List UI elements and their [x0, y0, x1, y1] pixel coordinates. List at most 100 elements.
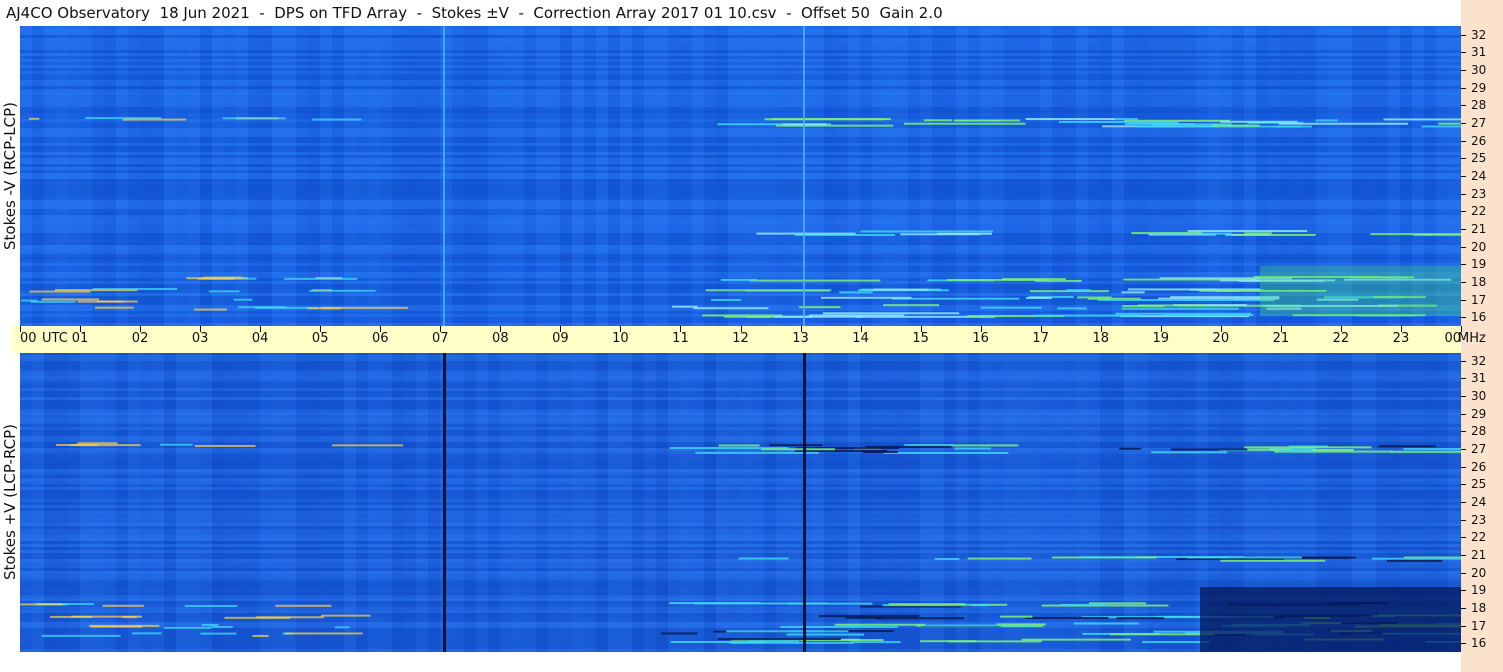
- spectrogram-column: [392, 26, 404, 326]
- spectrogram-column: [176, 26, 188, 326]
- time-tick-label: 03: [191, 331, 209, 346]
- spectrogram-streak: [1220, 120, 1298, 123]
- time-tick-label: 11: [672, 331, 689, 346]
- spectrogram-streak: [1163, 314, 1254, 317]
- freq-tick-29: 29: [1461, 407, 1503, 421]
- spectrogram-column: [620, 26, 632, 326]
- spectrogram-streak: [1387, 559, 1443, 562]
- spectrogram-column: [968, 352, 980, 652]
- spectrogram-streak: [1122, 307, 1239, 310]
- spectrogram-streak: [1034, 279, 1082, 282]
- spectrogram-streak: [96, 300, 138, 303]
- freq-tick-20: 20: [1461, 566, 1503, 580]
- spectrogram-column: [260, 26, 272, 326]
- spectrogram-top-svg: [20, 26, 1461, 326]
- spectrogram-column: [1196, 26, 1208, 326]
- spectrogram-streak: [1060, 603, 1108, 606]
- spectrogram-top: [20, 26, 1461, 326]
- freq-tick-label: 17: [1471, 618, 1487, 633]
- spectrogram-column: [68, 26, 80, 326]
- spectrogram-column: [1172, 26, 1184, 326]
- freq-tick-label: 24: [1471, 495, 1487, 509]
- spectrogram-streak: [222, 117, 286, 120]
- time-tick-label: 07: [432, 331, 449, 346]
- freq-tick-26: 26: [1461, 460, 1503, 474]
- spectrogram-bright-region: [1260, 266, 1461, 316]
- spectrogram-column: [656, 352, 668, 652]
- freq-tick-16: 16: [1461, 310, 1503, 324]
- freq-tick-label: 26: [1471, 459, 1487, 474]
- spectrogram-streak: [695, 451, 819, 454]
- freq-tick-label: 31: [1471, 45, 1487, 60]
- spectrogram-column: [1160, 352, 1172, 652]
- spectrogram-column: [1040, 352, 1052, 652]
- freq-tick-label: 26: [1471, 133, 1487, 148]
- spectrogram-streak: [1315, 119, 1338, 122]
- spectrogram-streak: [1080, 556, 1136, 559]
- spectrogram-column: [632, 26, 644, 326]
- panel-top-ylabel-text: Stokes -V (RCP-LCP): [1, 102, 19, 250]
- freq-tick-25: 25: [1461, 151, 1503, 165]
- spectrogram-streak: [77, 442, 118, 445]
- spectrogram-column: [200, 26, 212, 326]
- spectrogram-column: [752, 352, 764, 652]
- spectrogram-streak: [1187, 556, 1302, 559]
- spectrogram-streak: [197, 277, 235, 280]
- spectrogram-column: [536, 352, 548, 652]
- freq-tick-label: 24: [1471, 169, 1487, 183]
- time-tick-label: 19: [1152, 331, 1170, 346]
- time-tick-label: 17: [1032, 331, 1049, 346]
- spectrogram-column: [764, 352, 776, 652]
- spectrogram-column: [512, 352, 524, 652]
- spectrogram-column: [488, 26, 500, 326]
- spectrogram-column: [344, 26, 356, 326]
- spectrogram-streak: [194, 308, 227, 311]
- spectrogram-streak: [1109, 633, 1216, 636]
- spectrogram-column: [560, 352, 572, 652]
- spectrogram-streak: [888, 603, 966, 606]
- spectrogram-column: [728, 26, 740, 326]
- spectrogram-streak: [1124, 123, 1195, 126]
- spectrogram-column: [176, 352, 188, 652]
- spectrogram-streak: [845, 616, 883, 619]
- spectrogram-column: [1088, 352, 1100, 652]
- spectrogram-streak: [1121, 291, 1145, 294]
- freq-tick-28: 28: [1461, 424, 1503, 438]
- spectrogram-streak: [284, 277, 358, 280]
- spectrogram-streak: [883, 451, 1009, 454]
- spectrogram-column: [980, 352, 992, 652]
- spectrogram-column: [992, 352, 1004, 652]
- spectrogram-column: [248, 352, 260, 652]
- freq-tick-label: 32: [1471, 353, 1487, 368]
- spectrogram-column: [1112, 26, 1124, 326]
- time-tick-label: 16: [972, 331, 989, 346]
- spectrogram-bottom: [20, 352, 1461, 652]
- spectrogram-column: [1052, 352, 1064, 652]
- freq-tick-32: 32: [1461, 28, 1503, 42]
- spectrogram-streak: [953, 119, 1020, 122]
- freq-tick-label: 18: [1471, 600, 1487, 615]
- spectrogram-streak: [883, 304, 940, 307]
- freq-tick-label: 20: [1471, 239, 1487, 254]
- spectrogram-streak: [1187, 230, 1308, 233]
- spectrogram-column: [1208, 26, 1220, 326]
- freq-tick-label: 20: [1471, 565, 1487, 580]
- interference-line: [803, 26, 805, 326]
- spectrogram-column: [320, 352, 332, 652]
- spectrogram-column: [548, 352, 560, 652]
- spectrogram-column: [692, 26, 704, 326]
- freq-tick-21: 21: [1461, 548, 1503, 562]
- spectrogram-streak: [1122, 305, 1165, 308]
- spectrogram-column: [356, 26, 368, 326]
- spectrogram-column: [1028, 352, 1040, 652]
- freq-tick-label: 27: [1471, 116, 1487, 131]
- spectrogram-streak: [208, 290, 240, 293]
- freq-tick-label: 18: [1471, 274, 1487, 289]
- spectrogram-column: [560, 26, 572, 326]
- spectrogram-column: [500, 26, 512, 326]
- spectrogram-streak: [1026, 297, 1052, 300]
- spectrogram-streak: [284, 632, 363, 635]
- freq-tick-25: 25: [1461, 477, 1503, 491]
- spectrogram-bottom-svg: [20, 352, 1461, 652]
- spectrogram-column: [824, 352, 836, 652]
